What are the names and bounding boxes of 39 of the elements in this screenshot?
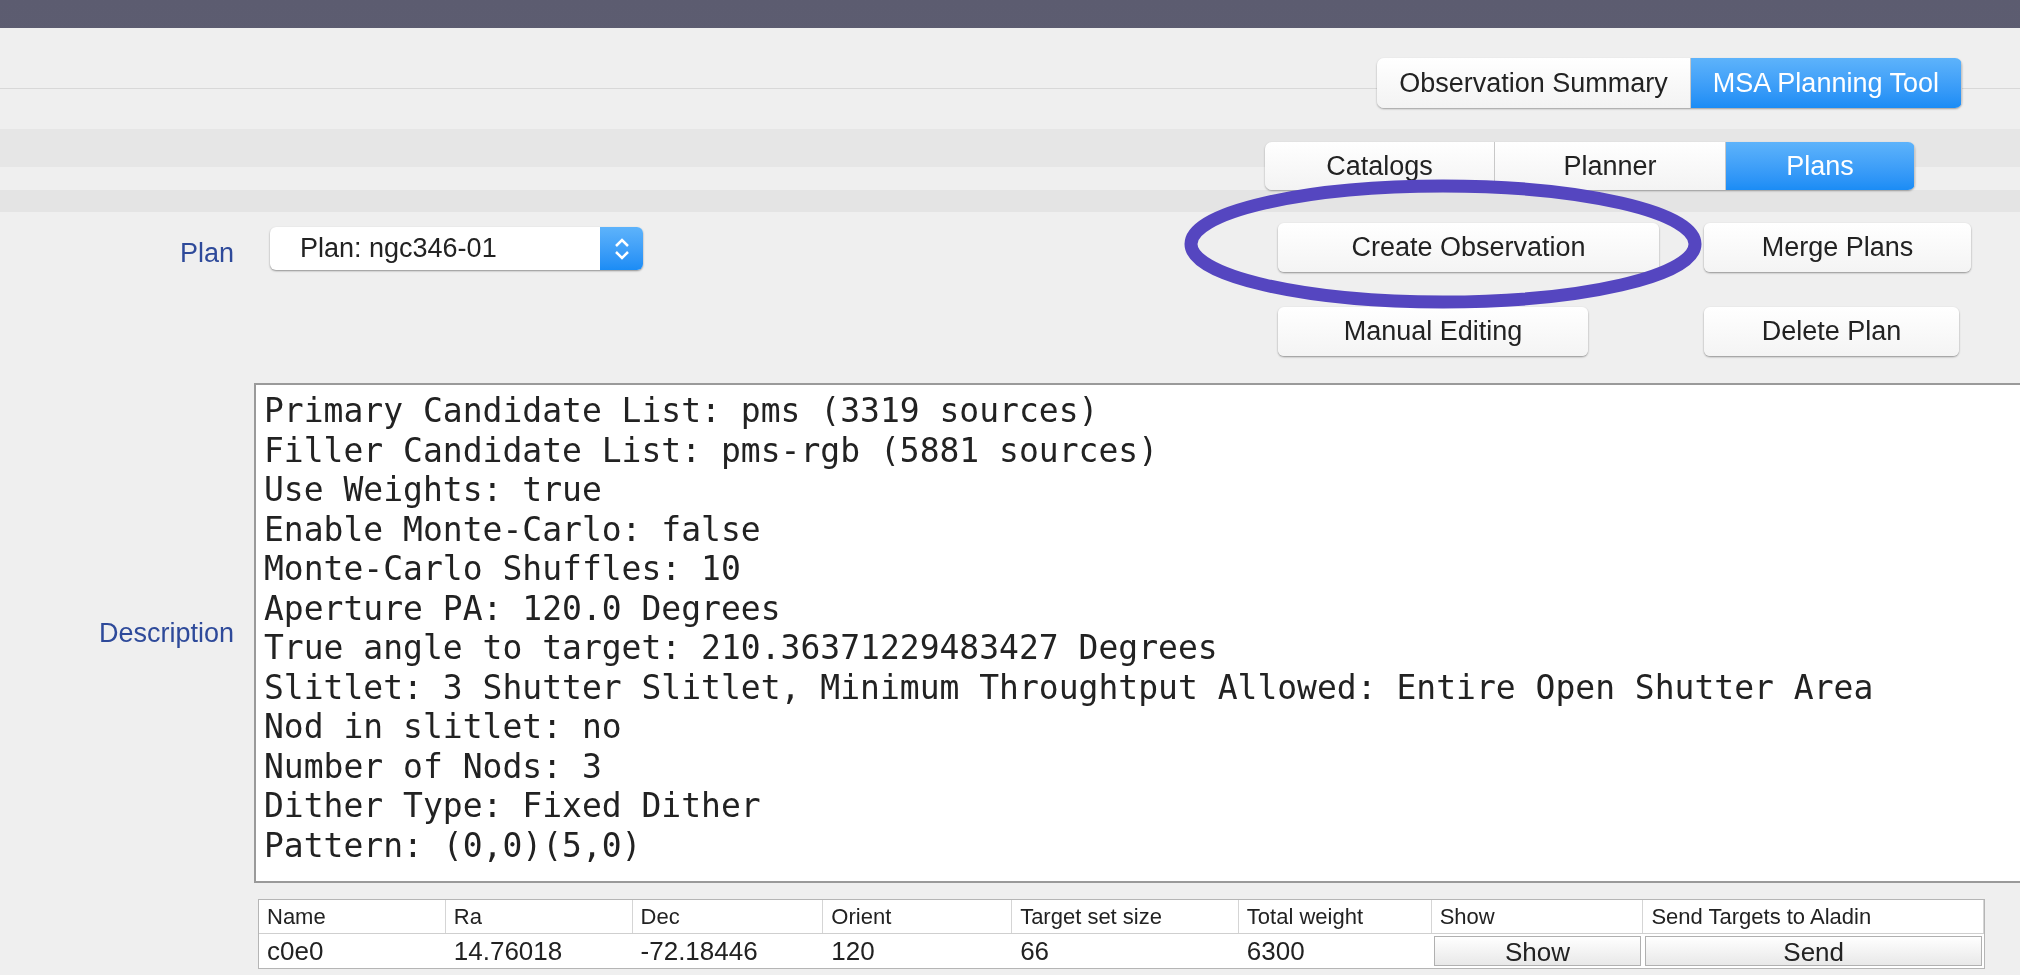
table-cell-text: 14.76018: [452, 935, 564, 968]
table-button[interactable]: Show: [1433, 936, 1642, 966]
action-button[interactable]: Manual Editing: [1278, 307, 1588, 356]
action-button[interactable]: Merge Plans: [1704, 223, 1971, 272]
description-line: Slitlet: 3 Shutter Slitlet, Minimum Throughtput Allowed: Entire Open Shutter Area: [264, 667, 1875, 707]
table-cell-text: -72.18446: [639, 935, 759, 968]
table-cell-text: 6300: [1245, 935, 1306, 968]
description-text-area[interactable]: [254, 383, 2020, 883]
action-button[interactable]: Delete Plan: [1704, 307, 1959, 356]
table-button[interactable]: Send: [1645, 936, 1982, 966]
description-label: Description: [98, 616, 234, 650]
description-line: Enable Monte-Carlo: false: [264, 509, 762, 549]
description-line: True angle to target: 210.36371229483427 Degrees: [264, 628, 1219, 668]
column-header[interactable]: Show: [1431, 900, 1644, 933]
plan-dropdown[interactable]: Plan: ngc346-01: [270, 227, 643, 270]
description-line: Nod in slitlet: no: [264, 707, 623, 747]
column-header[interactable]: Dec: [632, 900, 824, 933]
column-header[interactable]: Total weight: [1238, 900, 1432, 933]
column-header[interactable]: Target set size: [1012, 900, 1239, 933]
description-line: Monte-Carlo Shuffles: 10: [264, 549, 742, 589]
tab[interactable]: Observation Summary: [1377, 58, 1691, 108]
description-line: Use Weights: true: [264, 470, 603, 510]
description-line: Aperture PA: 120.0 Degrees: [264, 588, 782, 628]
description-line: Primary Candidate List: pms (3319 sources): [264, 391, 1100, 431]
description-line: Dither Type: Fixed Dither: [264, 786, 762, 826]
tab[interactable]: Planner: [1495, 142, 1726, 190]
column-header[interactable]: Ra: [445, 900, 633, 933]
description-line: Filler Candidate List: pms-rgb (5881 sources): [264, 430, 1160, 470]
action-button[interactable]: Create Observation: [1278, 223, 1659, 272]
table-cell-text: 120: [830, 935, 876, 968]
stepper-icon: [600, 227, 643, 270]
table-cell-text: c0e0: [266, 935, 325, 968]
description-line: Pattern: (0,0)(5,0): [264, 825, 643, 865]
column-header[interactable]: Orient: [823, 900, 1013, 933]
column-header[interactable]: Send Targets to Aladin: [1643, 900, 1984, 933]
table-cell-text: 66: [1019, 935, 1051, 968]
description-line: Number of Nods: 3: [264, 746, 603, 786]
plan-label: Plan: [179, 237, 234, 270]
column-header[interactable]: Name: [259, 900, 446, 933]
